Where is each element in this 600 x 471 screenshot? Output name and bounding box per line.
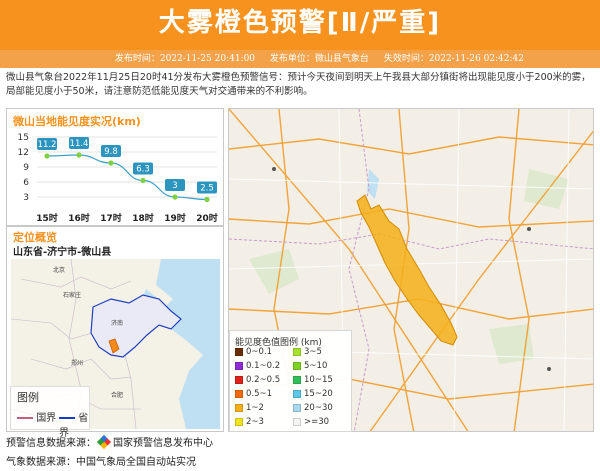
data-label: 9.8 [104, 147, 118, 157]
legend-label: 5~10 [304, 361, 328, 371]
x-tick-label: 15时 [36, 212, 58, 224]
national-border-swatch [17, 417, 33, 419]
legend-swatch [235, 418, 243, 426]
legend-swatch [293, 362, 301, 370]
expire-time: 失效时间：2022-11-26 02:42:42 [383, 54, 524, 64]
warning-center-logo-icon [96, 434, 112, 450]
y-tick-label: 6 [23, 178, 29, 188]
data-point [44, 153, 50, 159]
legend-label: 0.5~1 [246, 389, 273, 399]
x-tick-label: 19时 [164, 212, 186, 224]
data-point [204, 196, 210, 203]
legend-label: 2~3 [246, 417, 264, 427]
x-tick-label: 16时 [68, 212, 90, 224]
legend-label: 0~0.1 [246, 347, 273, 357]
visibility-legend-item: 5~10 [293, 361, 327, 371]
visibility-legend-item: 0~0.1 [235, 347, 272, 357]
x-tick-label: 18时 [132, 212, 154, 224]
y-tick-label: 12 [18, 148, 29, 158]
legend-label: 0.2~0.5 [246, 375, 281, 385]
location-path: 山东省-济宁市-微山县 [13, 247, 112, 258]
data-label: 3 [172, 181, 177, 191]
data-label: 6.3 [136, 165, 150, 175]
page-title: 大雾橙色预警[Ⅱ/严重] [158, 8, 442, 38]
legend-label: >=30 [304, 417, 330, 427]
warning-source-label: 预警信息数据来源： [6, 438, 96, 449]
border-legend: 图例 国界 省界 [10, 386, 90, 439]
legend-label: 20~30 [304, 403, 333, 413]
visibility-legend-item: 2~3 [235, 417, 264, 427]
visibility-legend-item: >=30 [293, 417, 329, 427]
visibility-panel: 微山当地能见度实况(km) 15 12 9 6 3 11.2 15时 11.4 16时 9.8 17… [6, 108, 224, 226]
legend-label: 15~20 [304, 389, 333, 399]
data-point [140, 177, 146, 184]
warning-description: 微山县气象台2022年11月25日20时41分发布大雾橙色预警信号：预计今天夜间… [6, 72, 591, 97]
visibility-color-legend: 能见度色值图例 (km) 0~0.1 3~5 0.1~0.2 5~10 0.2~0.5 1… [229, 330, 352, 432]
legend-swatch [235, 376, 243, 384]
data-label: 2.5 [200, 184, 214, 194]
city-label: 济南 [111, 319, 123, 327]
legend-label: 3~5 [304, 347, 322, 357]
legend-label: 10~15 [304, 375, 333, 385]
legend-swatch [293, 418, 301, 426]
meta-bar: 发布时间：2022-11-25 20:41:00 发布单位：微山县气象台 失效时… [0, 50, 600, 68]
legend-swatch [293, 376, 301, 384]
visibility-legend-item: 3~5 [293, 347, 322, 357]
visibility-chart: 15 12 9 6 3 11.2 15时 11.4 16时 9.8 17时 6.3 18时 3 19时 2.5… [18, 133, 218, 224]
publish-time: 发布时间：2022-11-25 20:41:00 [114, 54, 256, 64]
legend-swatch [235, 404, 243, 412]
header-bar: 大雾橙色预警[Ⅱ/严重] 发布时间：2022-11-25 20:41:00 发布… [0, 0, 600, 68]
legend-swatch [235, 390, 243, 398]
city-label: 合肥 [111, 391, 123, 399]
legend-swatch [293, 348, 301, 356]
visibility-legend-item: 1~2 [235, 403, 264, 413]
visibility-legend-item: 0.5~1 [235, 389, 272, 399]
visibility-legend-item: 20~30 [293, 403, 333, 413]
legend-label: 1~2 [246, 403, 264, 413]
city-label: 郑州 [71, 359, 83, 367]
legend-swatch [235, 362, 243, 370]
visibility-legend-item: 10~15 [293, 375, 333, 385]
data-point [172, 194, 178, 200]
data-point [108, 160, 114, 166]
data-label: 11.4 [70, 139, 89, 149]
y-tick-label: 9 [23, 163, 29, 173]
data-label: 11.2 [38, 140, 57, 150]
y-tick-label: 3 [23, 193, 29, 203]
legend-swatch [293, 390, 301, 398]
visibility-series-line [46, 154, 208, 201]
x-tick-label: 17时 [100, 212, 122, 224]
visibility-legend-item: 15~20 [293, 389, 333, 399]
legend-label: 0.1~0.2 [246, 361, 281, 371]
warning-source-name: 国家预警信息发布中心 [113, 438, 213, 449]
national-border-label: 国界 [36, 413, 57, 424]
legend-swatch [235, 348, 243, 356]
provincial-border-swatch [59, 417, 75, 419]
city-label: 石家庄 [63, 291, 81, 299]
national-border-legend: 国界 [17, 409, 56, 424]
publisher: 发布单位：微山县气象台 [269, 54, 369, 64]
y-tick-label: 15 [18, 133, 29, 143]
weather-source: 气象数据来源：中国气象局全国自动站实况 [6, 457, 196, 468]
border-legend-title: 图例 [17, 391, 39, 404]
data-point [76, 152, 82, 158]
x-tick-label: 20时 [196, 212, 218, 224]
legend-swatch [293, 404, 301, 412]
city-label: 北京 [53, 266, 65, 274]
warning-source: 预警信息数据来源： 国家预警信息发布中心 [6, 434, 213, 450]
visibility-legend-item: 0.2~0.5 [235, 375, 280, 385]
visibility-legend-item: 0.1~0.2 [235, 361, 280, 371]
